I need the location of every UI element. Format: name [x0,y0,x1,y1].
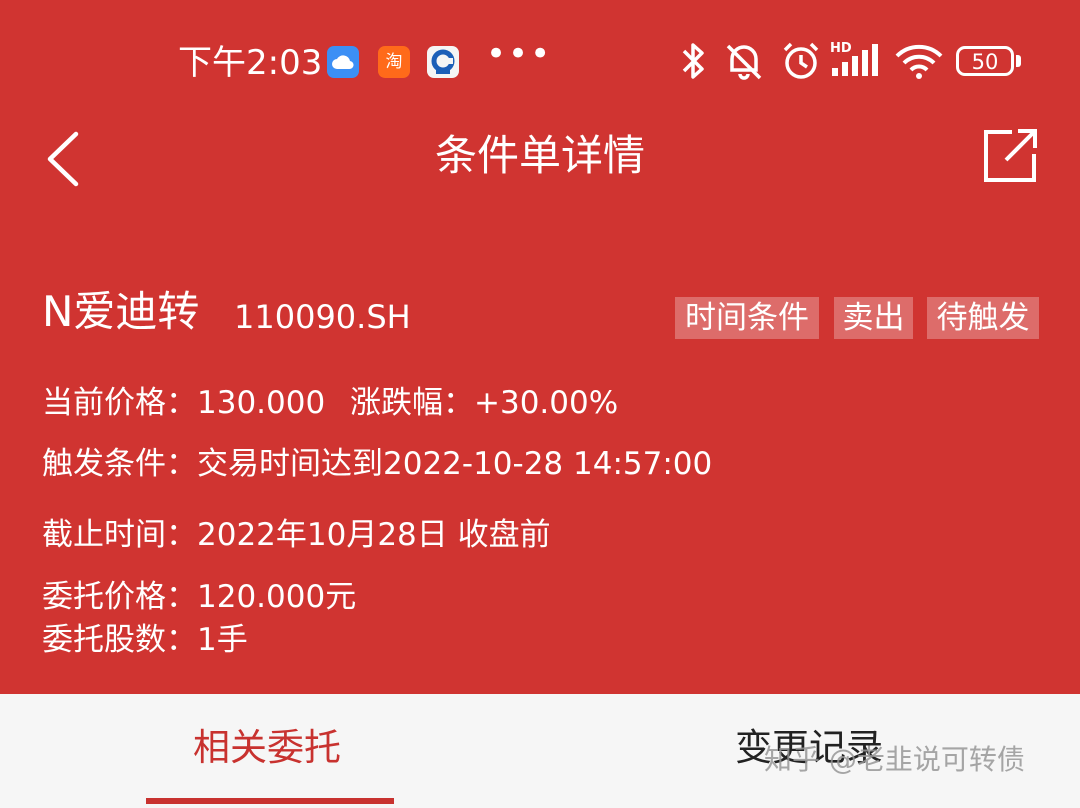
nav-bar: 条件单详情 [0,118,1080,198]
tab-related-orders[interactable]: 相关委托 [193,722,341,774]
alarm-icon [783,42,819,79]
stock-code: 110090.SH [234,298,411,336]
status-time: 下午2:03 [178,43,323,83]
current-price: 当前价格：130.000 [42,385,326,421]
tag-pending-trigger: 待触发 [927,297,1039,339]
active-tab-indicator [146,798,394,804]
battery-tip [1016,55,1021,67]
deadline: 截止时间：2022年10月28日 收盘前 [42,517,551,553]
tag-time-condition: 时间条件 [675,297,819,339]
tab-bar: 相关委托 变更记录 知乎 @老韭说可转债 [0,694,1080,808]
tag-sell: 卖出 [834,297,913,339]
bank-app-icon [427,46,459,78]
share-icon[interactable] [982,124,1040,186]
wifi-icon [895,44,943,79]
trigger-condition: 触发条件：交易时间达到2022-10-28 14:57:00 [42,446,713,482]
order-quantity: 委托股数：1手 [42,622,248,658]
order-price: 委托价格：120.000元 [42,579,357,615]
page-title: 条件单详情 [434,131,645,180]
battery-icon: 50 [956,46,1014,76]
more-notifications-icon: ••• [486,34,553,74]
signal-hd-icon: HD [830,41,878,76]
mute-icon [726,44,762,80]
weather-app-icon [327,46,359,78]
battery-level: 50 [971,50,999,74]
bluetooth-icon [682,43,704,79]
price-change: 涨跌幅：+30.00% [350,385,619,421]
status-bar: 下午2:03 淘 ••• HD 50 [0,0,1080,120]
svg-text:HD: HD [830,41,852,56]
stock-name: N爱迪转 [42,287,200,336]
taobao-app-icon: 淘 [378,46,410,78]
watermark: 知乎 @老韭说可转债 [764,743,1025,776]
